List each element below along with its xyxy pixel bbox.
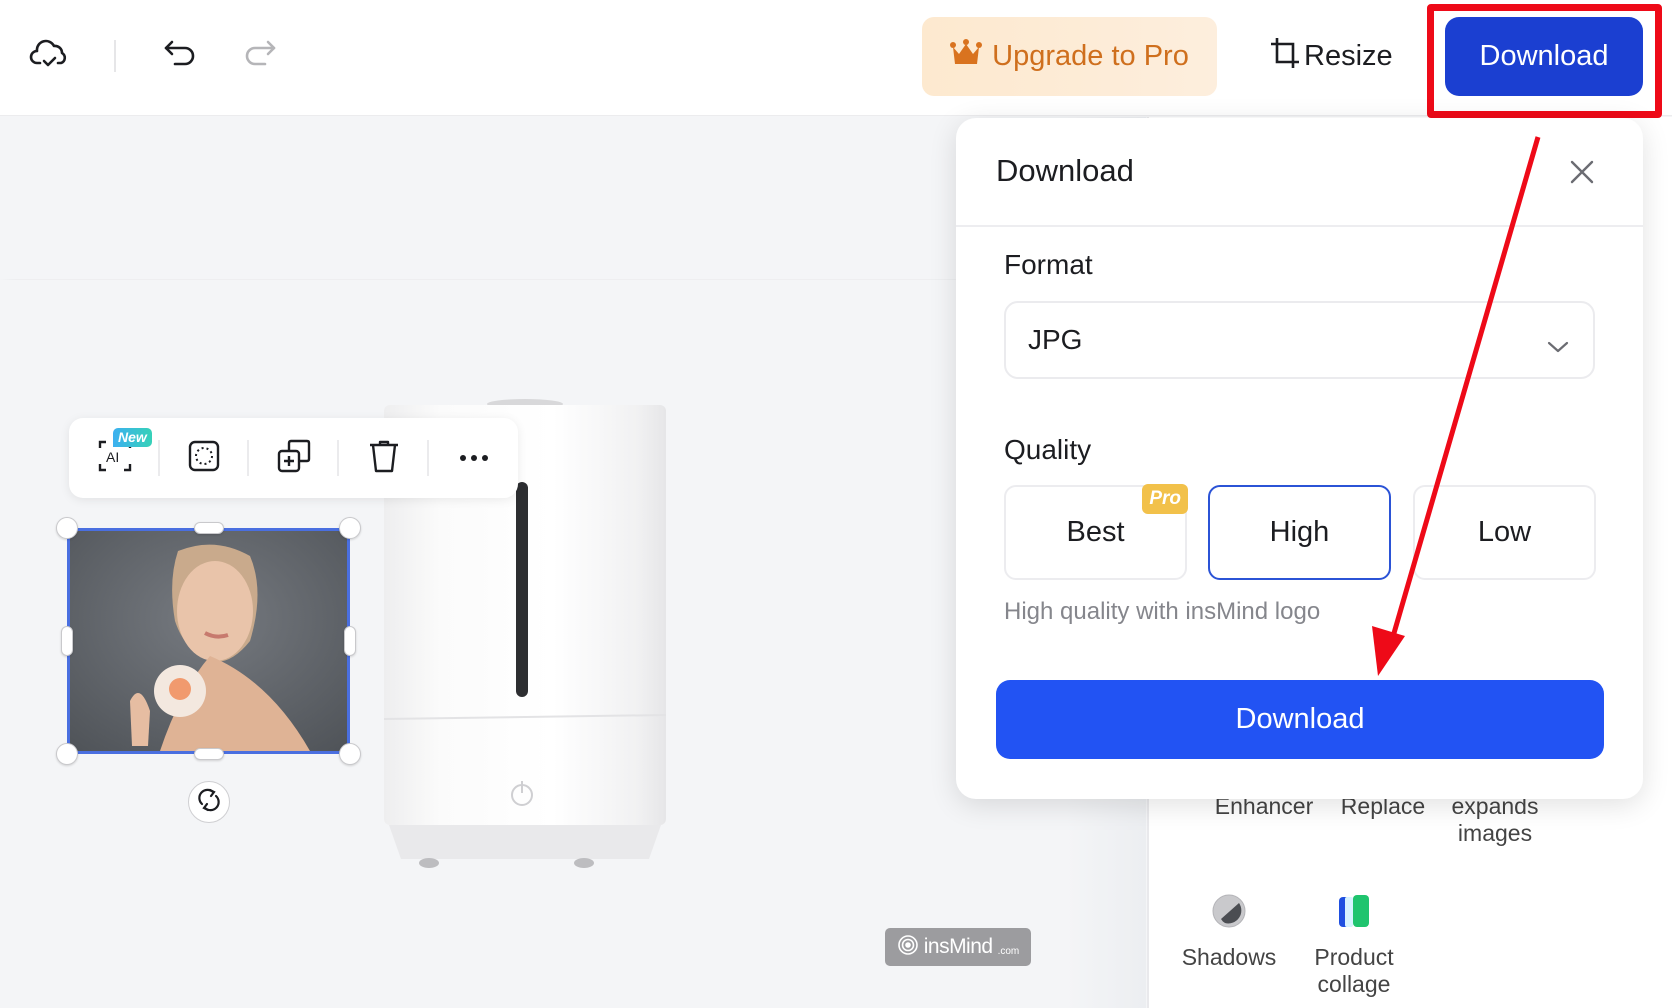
panel-divider [956,225,1643,227]
cloud-check-icon [29,38,69,75]
tool-expand-images[interactable]: expands images [1430,793,1560,847]
insmind-logo-icon [897,934,919,961]
rotate-button[interactable] [188,781,230,823]
delete-button[interactable] [362,436,406,480]
panel-title: Download [996,153,1134,188]
redo-icon [243,39,277,74]
quality-option-high[interactable]: High [1208,485,1391,580]
quality-option-best[interactable]: Best Pro [1004,484,1188,580]
pro-badge: Pro [1142,484,1188,514]
tool-product-collage[interactable]: Product collage [1294,944,1414,998]
shadows-icon[interactable] [1211,893,1247,929]
download-button-top[interactable]: Download [1445,17,1643,96]
crop-icon [1270,37,1300,77]
download-confirm-button[interactable]: Download [996,680,1604,759]
quality-label: Quality [1004,434,1092,465]
duplicate-icon [277,439,311,478]
resize-handle-bottom-right[interactable] [339,743,361,765]
tool-shadows[interactable]: Shadows [1169,944,1289,971]
more-options-button[interactable] [452,436,496,480]
close-icon [1570,160,1594,189]
undo-icon [163,39,197,74]
duplicate-button[interactable] [272,436,316,480]
resize-handle-top[interactable] [194,522,224,534]
resize-handle-right[interactable] [344,626,356,656]
resize-label: Resize [1304,40,1393,72]
selected-photo[interactable] [67,528,350,754]
quality-option-label: Best [1066,516,1125,548]
more-icon [459,449,489,467]
save-status-button[interactable] [27,34,71,78]
quality-option-low[interactable]: Low [1413,485,1596,580]
rotate-icon [196,787,222,818]
select-region-icon [188,440,220,477]
resize-handle-left[interactable] [61,626,73,656]
toolbar-divider [114,40,116,72]
upgrade-to-pro-button[interactable]: Upgrade to Pro [922,17,1217,96]
top-bar: Upgrade to Pro Resize Download [0,0,1672,116]
crown-icon [950,38,983,75]
quality-option-label: High [1269,516,1330,548]
format-label: Format [1004,249,1093,280]
product-collage-icon[interactable] [1337,893,1371,929]
quality-option-label: Low [1477,516,1532,548]
resize-handle-top-right[interactable] [339,517,361,539]
close-panel-button[interactable] [1562,154,1602,194]
format-value: JPG [1028,324,1083,355]
trash-icon [368,439,400,478]
quality-hint: High quality with insMind logo [1004,598,1321,625]
resize-handle-top-left[interactable] [56,517,78,539]
redo-button[interactable] [238,34,282,78]
format-select[interactable]: JPG [1004,301,1595,379]
svg-text:AI: AI [106,449,119,465]
insmind-watermark: insMind .com [885,928,1031,966]
new-badge: New [113,428,152,447]
resize-button[interactable]: Resize [1270,17,1398,96]
resize-handle-bottom-left[interactable] [56,743,78,765]
chevron-down-icon [1547,329,1569,361]
undo-button[interactable] [158,34,202,78]
resize-handle-bottom[interactable] [194,748,224,760]
select-region-button[interactable] [182,436,226,480]
download-panel: Download Format JPG Quality Best Pro Hig… [956,118,1643,799]
upgrade-label: Upgrade to Pro [992,40,1189,72]
